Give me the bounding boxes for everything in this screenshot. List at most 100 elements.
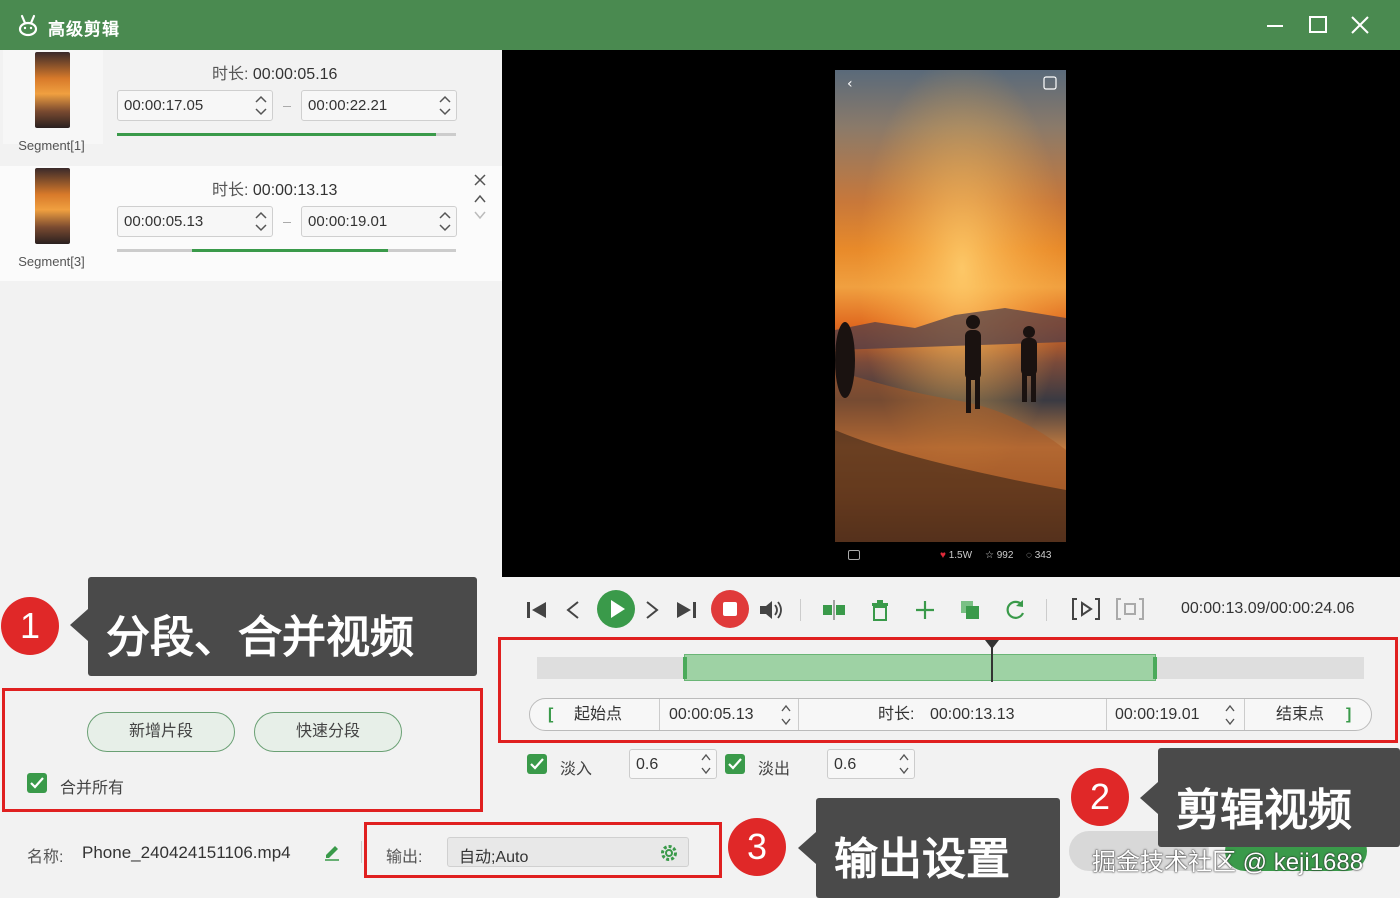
bottom-divider: [361, 841, 362, 863]
segment-thumbnail: [35, 168, 70, 244]
fade-in-label: 淡入: [560, 761, 593, 778]
skip-to-end-icon[interactable]: [673, 599, 699, 621]
segment-start-value: 00:00:17.05: [124, 97, 204, 114]
segment-duration: 时长: 00:00:13.13: [212, 176, 337, 200]
skip-to-start-icon[interactable]: [524, 599, 550, 621]
reset-icon[interactable]: [1002, 597, 1028, 623]
volume-icon[interactable]: [758, 598, 786, 622]
add-icon[interactable]: [912, 597, 938, 623]
step-back-icon[interactable]: [562, 599, 584, 621]
range-dash: [283, 106, 291, 107]
segment-start-input[interactable]: 00:00:05.13: [117, 206, 273, 237]
play-icon[interactable]: [596, 589, 636, 629]
segment-duration-value: 00:00:05.16: [252, 66, 338, 83]
segment-label: Segment[3]: [18, 254, 85, 269]
file-name-label: 名称:: [27, 849, 64, 866]
fade-out-input[interactable]: 0.6: [827, 749, 915, 779]
video-content-image: ‹: [835, 70, 1066, 542]
segment-duration-value: 00:00:13.13: [252, 182, 338, 199]
segment-item-selected[interactable]: Segment[3] 时长: 00:00:13.13 00:00:05.13 0…: [0, 166, 502, 281]
move-up-icon[interactable]: [472, 192, 488, 206]
move-down-icon[interactable]: [472, 208, 488, 222]
segment-start-input[interactable]: 00:00:17.05: [117, 90, 273, 121]
minimize-icon[interactable]: [1262, 12, 1288, 38]
chevron-up-icon[interactable]: [438, 93, 452, 105]
fade-in-checkbox[interactable]: [527, 754, 547, 774]
chevron-up-icon[interactable]: [254, 93, 268, 105]
annotation-callout-1: 分段、合并视频: [70, 577, 477, 676]
segment-end-input[interactable]: 00:00:19.01: [301, 206, 457, 237]
checkmark-icon: [530, 758, 544, 770]
toolbar-divider: [1046, 599, 1047, 621]
edit-name-icon[interactable]: [322, 841, 342, 861]
maximize-icon[interactable]: [1305, 12, 1331, 38]
segment-progress-bar: [117, 133, 456, 136]
file-name-value: Phone_240424151106.mp4: [82, 843, 291, 862]
favorites-count: 992: [996, 550, 1014, 561]
annotation-text-1: 分段、合并视频: [106, 613, 414, 662]
fade-in-stepper-icon[interactable]: [700, 752, 712, 776]
annotation-text-2: 剪辑视频: [1176, 786, 1352, 835]
segment-progress-bar: [117, 249, 456, 252]
segment-progress-fill: [117, 133, 436, 136]
segment-end-value: 00:00:19.01: [308, 213, 388, 230]
segment-end-value: 00:00:22.21: [308, 97, 388, 114]
chevron-up-icon[interactable]: [254, 209, 268, 221]
social-bar: [848, 550, 860, 563]
fade-in-input[interactable]: 0.6: [629, 749, 717, 779]
stop-icon[interactable]: [710, 589, 750, 629]
favorites-stat: ☆ 992: [985, 550, 1013, 561]
chevron-down-icon[interactable]: [438, 106, 452, 118]
fade-out-value: 0.6: [834, 756, 857, 773]
app-logo-icon: [18, 14, 38, 37]
annotation-box-trim: [498, 637, 1398, 743]
segment-thumbnail: [35, 52, 70, 128]
comments-stat: ◌ 343: [1026, 550, 1051, 561]
delete-icon[interactable]: [868, 597, 892, 623]
remove-segment-icon[interactable]: [472, 172, 488, 188]
title-bar: 高级剪辑: [0, 0, 1400, 50]
segment-end-input[interactable]: 00:00:22.21: [301, 90, 457, 121]
chevron-up-icon[interactable]: [438, 209, 452, 221]
comment-icon: ◌: [1026, 550, 1032, 561]
annotation-text-3: 输出设置: [834, 835, 1010, 884]
set-in-point-icon[interactable]: [1070, 595, 1102, 623]
step-forward-icon[interactable]: [641, 599, 663, 621]
heart-icon: ♥: [940, 550, 946, 561]
timecode-display: 00:00:13.09/00:00:24.06: [1181, 600, 1355, 617]
window-title: 高级剪辑: [48, 20, 120, 39]
svg-text:‹: ‹: [847, 76, 853, 92]
likes-count: 1.5W: [948, 550, 973, 561]
toolbar-divider: [800, 599, 801, 621]
checkmark-icon: [728, 758, 742, 770]
segment-progress-fill: [191, 249, 389, 252]
chevron-down-icon[interactable]: [254, 106, 268, 118]
chevron-down-icon[interactable]: [254, 222, 268, 234]
comments-count: 343: [1034, 550, 1052, 561]
chevron-down-icon[interactable]: [438, 222, 452, 234]
annotation-callout-3: 输出设置: [798, 798, 1060, 898]
annotation-box-output: [364, 822, 722, 878]
copy-icon[interactable]: [957, 597, 983, 623]
set-out-point-icon[interactable]: [1114, 595, 1146, 623]
watermark: 掘金技术社区 @ keji1688: [1092, 849, 1364, 876]
annotation-box-segments: [2, 688, 483, 812]
annotation-badge-2: 2: [1071, 768, 1129, 826]
fade-out-label: 淡出: [758, 761, 791, 778]
fade-out-checkbox[interactable]: [725, 754, 745, 774]
likes-stat: ♥ 1.5W: [940, 550, 972, 561]
annotation-badge-3: 3: [728, 818, 786, 876]
video-preview: ‹ ♥ 1.5W ☆ 992 ◌ 343: [502, 50, 1400, 577]
close-icon[interactable]: [1347, 12, 1373, 38]
segment-duration: 时长: 00:00:05.16: [212, 60, 337, 84]
video-frame: ‹: [835, 70, 1066, 542]
star-icon: ☆: [985, 550, 994, 561]
share-icon: [848, 550, 860, 560]
fade-in-value: 0.6: [636, 756, 659, 773]
fade-out-stepper-icon[interactable]: [898, 752, 910, 776]
segment-item[interactable]: Segment[1] 时长: 00:00:05.16 00:00:17.05 0…: [0, 50, 502, 165]
range-dash: [283, 222, 291, 223]
split-icon[interactable]: [820, 597, 848, 623]
annotation-badge-1: 1: [1, 597, 59, 655]
segment-label: Segment[1]: [18, 138, 85, 153]
